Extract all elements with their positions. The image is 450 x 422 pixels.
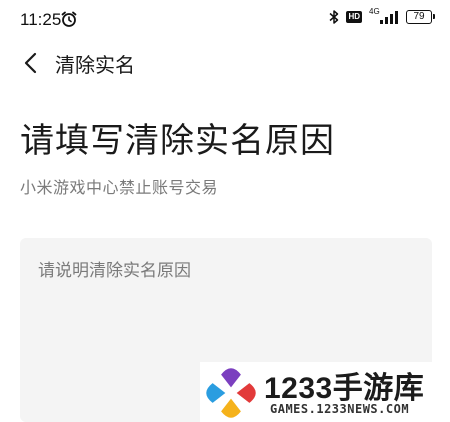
status-icons: HD 4G 79 — [328, 7, 435, 25]
battery-level: 79 — [413, 11, 425, 22]
status-time: 11:25 — [20, 10, 62, 29]
battery-icon: 79 — [406, 10, 435, 24]
network-indicator: 4G — [368, 7, 400, 25]
watermark-brand: 1233手游库 — [264, 372, 425, 405]
watermark: 1233手游库 GAMES.1233NEWS.COM — [200, 362, 450, 422]
nav-title: 清除实名 — [55, 53, 135, 77]
watermark-url: GAMES.1233NEWS.COM — [270, 402, 410, 416]
brand-logo-icon — [206, 368, 256, 418]
chevron-left-icon[interactable] — [20, 50, 42, 76]
alarm-icon — [61, 11, 77, 27]
page-title: 请填写清除实名原因 — [20, 121, 335, 161]
page-subtitle: 小米游戏中心禁止账号交易 — [20, 178, 219, 197]
signal-icon — [380, 11, 398, 24]
status-bar: 11:25 HD 4G 79 — [0, 0, 450, 40]
hd-badge: HD — [346, 11, 362, 23]
bluetooth-icon — [329, 10, 339, 24]
